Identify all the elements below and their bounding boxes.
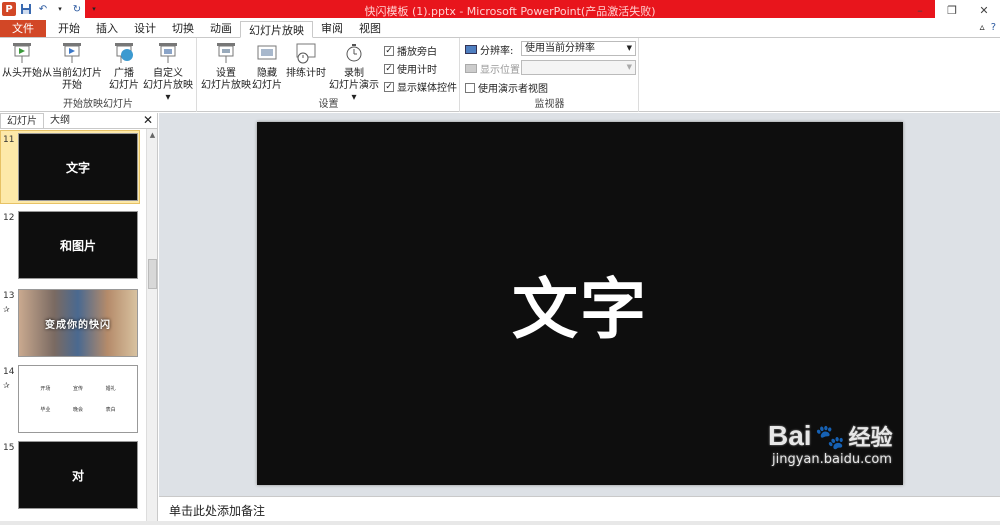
animation-star-icon: ✰	[3, 305, 10, 314]
checkbox-checked-icon: ✓	[384, 45, 394, 56]
slide-thumbnail[interactable]: 开场 宣传 婚礼 毕业 晚会 表白	[18, 365, 138, 433]
use-timings-checkbox[interactable]: ✓ 使用计时	[384, 61, 437, 76]
tab-design[interactable]: 设计	[126, 20, 164, 37]
slide-thumb-row[interactable]: 12 和图片	[0, 211, 145, 281]
group-label-start: 开始放映幻灯片	[63, 99, 133, 110]
show-media-controls-checkbox[interactable]: ✓ 显示媒体控件	[384, 79, 457, 94]
thumbnail-scrollbar[interactable]: ▲	[146, 129, 157, 525]
baidu-watermark: Bai 🐾 经验 jingyan.baidu.com	[768, 420, 893, 467]
monitor-disabled-icon	[465, 64, 477, 73]
projector-current-icon	[59, 40, 85, 66]
slide-thumbnail[interactable]: 文字	[18, 133, 138, 201]
broadcast-slideshow-button[interactable]: 广播 幻灯片	[104, 40, 144, 92]
tab-outline[interactable]: 大纲	[44, 113, 76, 128]
resolution-label: 分辨率:	[465, 42, 513, 57]
hide-slide-button[interactable]: 隐藏 幻灯片	[252, 40, 282, 92]
slide-thumb-row[interactable]: 13 ✰ 变成你的快闪	[0, 289, 145, 359]
minimize-ribbon-icon[interactable]: ▵	[980, 22, 985, 33]
from-current-slide-button[interactable]: 从当前幻灯片 开始	[42, 40, 102, 92]
restore-icon[interactable]: ❐	[936, 0, 968, 20]
custom-show-icon	[155, 40, 181, 66]
show-on-dropdown[interactable]: ▼	[521, 60, 636, 75]
chevron-down-icon: ▼	[626, 63, 632, 71]
tab-transitions[interactable]: 切换	[164, 20, 202, 37]
tab-slides[interactable]: 幻灯片	[0, 113, 44, 128]
from-beginning-button[interactable]: 从头开始	[2, 40, 42, 80]
group-monitors: 分辨率: 使用当前分辨率 ▼ 显示位置: ▼ 使用演示者视图 监视器	[461, 38, 639, 112]
group-start-slideshow: 从头开始 从当前幻灯片 开始 广播 幻灯片 自定义 幻灯片放映 ▾ 开始放映幻灯…	[0, 38, 197, 112]
title-bar: 快闪模板 (1).pptx - Microsoft PowerPoint(产品激…	[0, 0, 1000, 20]
play-narrations-checkbox[interactable]: ✓ 播放旁白	[384, 43, 437, 58]
tab-review[interactable]: 审阅	[313, 20, 351, 37]
scrollbar-thumb[interactable]	[148, 259, 157, 289]
window-controls: – ❐ ✕	[904, 0, 1000, 20]
hide-slide-icon	[254, 40, 280, 66]
ribbon: 从头开始 从当前幻灯片 开始 广播 幻灯片 自定义 幻灯片放映 ▾ 开始放映幻灯…	[0, 38, 1000, 112]
tab-home[interactable]: 开始	[50, 20, 88, 37]
show-on-label: 显示位置:	[465, 61, 523, 76]
slide-thumb-row[interactable]: 14 ✰ 开场 宣传 婚礼 毕业 晚会 表白	[0, 365, 145, 435]
rehearse-timings-button[interactable]: 排练计时	[284, 40, 328, 80]
minimize-icon[interactable]: –	[904, 0, 936, 20]
slide-thumbnail[interactable]: 对	[18, 441, 138, 509]
checkbox-unchecked-icon	[465, 82, 475, 93]
status-bar	[0, 521, 1000, 525]
slide-thumbnail[interactable]: 和图片	[18, 211, 138, 279]
projector-icon	[9, 40, 35, 66]
scroll-up-icon[interactable]: ▲	[147, 131, 158, 139]
monitor-icon	[465, 45, 477, 54]
setup-slideshow-button[interactable]: 设置 幻灯片放映	[200, 40, 252, 92]
ribbon-right-controls: ▵ ?	[980, 22, 996, 33]
powerpoint-logo-icon[interactable]: P	[2, 2, 16, 16]
tab-animations[interactable]: 动画	[202, 20, 240, 37]
group-label-monitors: 监视器	[534, 99, 565, 110]
setup-icon	[213, 40, 239, 66]
quick-access-toolbar: P ↶ ▾ ↻ ▾	[0, 0, 101, 18]
undo-icon[interactable]: ↶	[36, 2, 50, 16]
tab-slideshow[interactable]: 幻灯片放映	[240, 21, 313, 38]
slide-thumbnail-panel: 幻灯片 大纲 ✕ 11 文字 12 和图片 13 ✰ 变成你的快闪 14 ✰ 开…	[0, 113, 158, 525]
redo-icon[interactable]: ↻	[70, 2, 84, 16]
close-window-icon[interactable]: ✕	[968, 0, 1000, 20]
tab-insert[interactable]: 插入	[88, 20, 126, 37]
paw-icon: 🐾	[815, 423, 845, 451]
group-label-setup: 设置	[318, 99, 339, 110]
checkbox-checked-icon: ✓	[384, 81, 394, 92]
slide-title-text[interactable]: 文字	[512, 256, 648, 352]
save-icon[interactable]	[19, 2, 33, 16]
group-setup: 设置 幻灯片放映 隐藏 幻灯片 排练计时 录制 幻灯片演示 ▾ ✓ 播放旁白 ✓…	[198, 38, 460, 112]
tab-view[interactable]: 视图	[351, 20, 389, 37]
slide-thumb-row[interactable]: 15 对	[0, 441, 145, 511]
customize-toolbar-icon[interactable]: ▾	[87, 2, 101, 16]
help-icon[interactable]: ?	[991, 22, 996, 33]
resolution-dropdown[interactable]: 使用当前分辨率 ▼	[521, 41, 636, 56]
notes-pane[interactable]: 单击此处添加备注	[159, 496, 1000, 522]
presenter-view-checkbox[interactable]: 使用演示者视图	[465, 80, 548, 95]
checkbox-checked-icon: ✓	[384, 63, 394, 74]
ribbon-tabs: 文件 开始 插入 设计 切换 动画 幻灯片放映 审阅 视图	[0, 20, 1000, 38]
chevron-down-icon: ▼	[626, 44, 632, 52]
window-title: 快闪模板 (1).pptx - Microsoft PowerPoint(产品激…	[364, 5, 656, 18]
slide-thumb-row[interactable]: 11 文字	[0, 133, 145, 203]
rehearse-timings-icon	[293, 40, 319, 66]
notes-placeholder: 单击此处添加备注	[169, 504, 266, 518]
close-panel-icon[interactable]: ✕	[143, 113, 153, 128]
slide-thumbnail[interactable]: 变成你的快闪	[18, 289, 138, 357]
undo-dropdown-icon[interactable]: ▾	[53, 2, 67, 16]
broadcast-icon	[111, 40, 137, 66]
animation-star-icon: ✰	[3, 381, 10, 390]
tab-file[interactable]: 文件	[0, 20, 46, 37]
record-icon	[341, 40, 367, 66]
panel-tabs: 幻灯片 大纲 ✕	[0, 113, 157, 129]
